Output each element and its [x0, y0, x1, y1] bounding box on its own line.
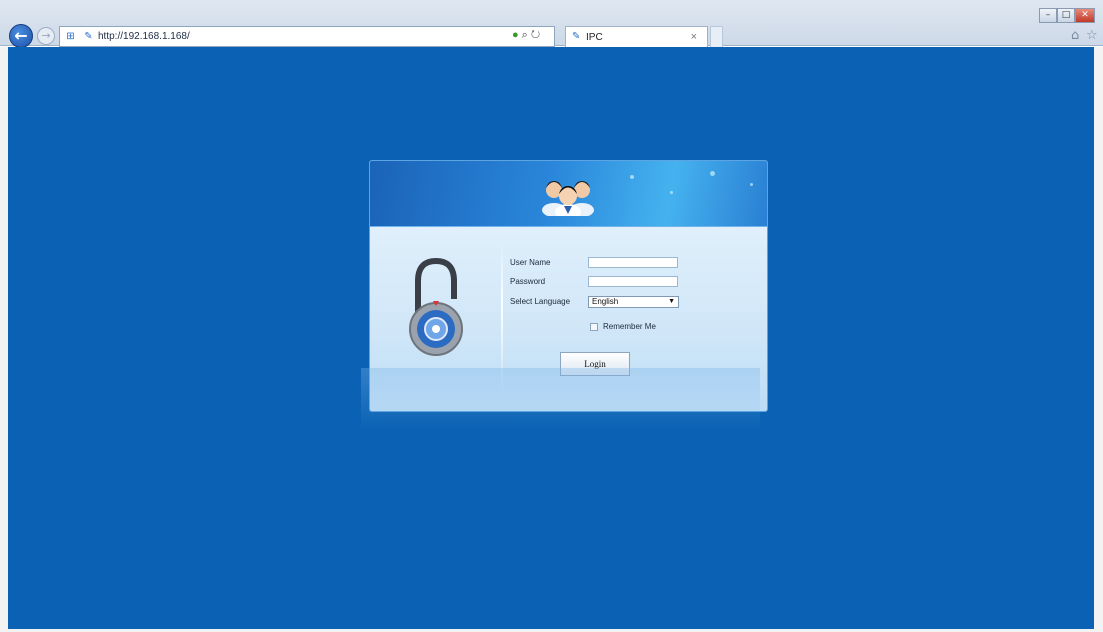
sparkle — [750, 183, 753, 186]
page-icon: ✎ — [84, 31, 93, 42]
username-input[interactable] — [588, 257, 678, 268]
back-arrow-icon: ← — [14, 26, 28, 45]
window-frame-right — [1094, 47, 1103, 632]
sparkle — [710, 171, 715, 176]
panel-reflection — [361, 368, 760, 430]
sparkle — [670, 191, 673, 194]
username-label: User Name — [510, 258, 551, 267]
address-tools: ●⌕↻ — [512, 29, 543, 42]
password-label: Password — [510, 277, 546, 286]
users-icon — [542, 181, 594, 216]
sparkle — [630, 175, 634, 179]
browser-tab[interactable]: ✎ IPC × — [565, 26, 708, 47]
window-controls: – □ ✕ — [1039, 8, 1095, 25]
remember-me-checkbox[interactable] — [590, 323, 598, 331]
page-background: User Name Password Select Language Engli… — [8, 47, 1094, 629]
minimize-button[interactable]: – — [1039, 8, 1057, 23]
tab-close-icon[interactable]: × — [691, 31, 697, 43]
login-panel-header — [370, 161, 767, 227]
window-frame-left — [0, 47, 8, 632]
search-icon[interactable]: ⌕ — [522, 29, 531, 41]
maximize-button[interactable]: □ — [1057, 8, 1075, 23]
forward-button[interactable]: → — [37, 27, 55, 45]
language-selected-value: English — [592, 297, 619, 306]
compatibility-icon[interactable]: ⊞ — [64, 30, 77, 43]
address-bar[interactable]: ⊞ ✎ http://192.168.1.168/ ●⌕↻ — [59, 26, 555, 47]
address-url[interactable]: http://192.168.1.168/ — [98, 31, 190, 42]
language-label: Select Language — [510, 297, 571, 306]
close-window-button[interactable]: ✕ — [1075, 8, 1095, 23]
go-icon[interactable]: ● — [512, 29, 522, 41]
favorites-star-icon[interactable]: ☆ — [1086, 28, 1098, 43]
forward-arrow-icon: → — [41, 29, 51, 42]
tab-title: IPC — [586, 32, 603, 43]
new-tab-button[interactable] — [710, 26, 723, 47]
language-select[interactable]: English ▼ — [588, 296, 679, 308]
browser-toolbar: ← → ⊞ ✎ http://192.168.1.168/ ●⌕↻ ✎ IPC … — [0, 0, 1103, 48]
refresh-icon[interactable]: ↻ — [531, 29, 543, 41]
password-input[interactable] — [588, 276, 678, 287]
home-icon[interactable]: ⌂ — [1071, 28, 1079, 43]
back-button[interactable]: ← — [9, 24, 33, 48]
tab-page-icon: ✎ — [572, 31, 581, 42]
padlock-icon — [409, 257, 463, 356]
remember-me-label[interactable]: Remember Me — [603, 322, 656, 331]
dropdown-arrow-icon[interactable]: ▼ — [668, 297, 675, 307]
